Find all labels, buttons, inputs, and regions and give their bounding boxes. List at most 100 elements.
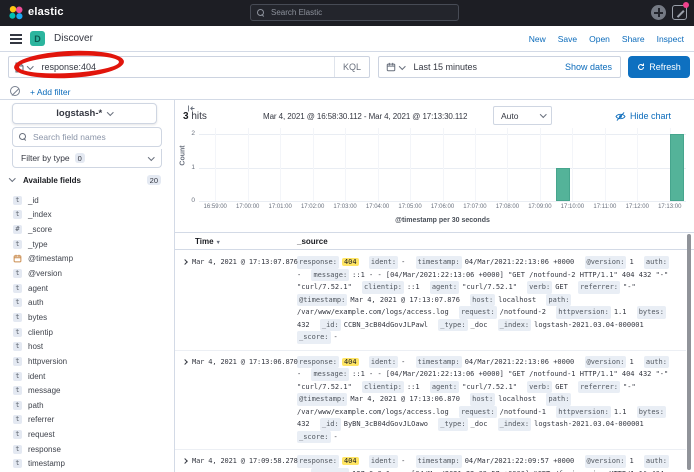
appbar-action-share[interactable]: Share (622, 34, 645, 44)
x-tick-label: 17:09:00 (528, 204, 551, 210)
column-header-source[interactable]: _source (297, 237, 328, 246)
x-tick-label: 17:07:00 (463, 204, 486, 210)
doc-source: response:404 ident:- timestamp:04/Mar/20… (297, 455, 674, 472)
appbar-action-save[interactable]: Save (558, 34, 577, 44)
global-search-placeholder: Search Elastic (271, 8, 322, 17)
chevron-down-icon (148, 154, 154, 160)
field-search-input[interactable]: Search field names (12, 127, 162, 147)
source-field-value: 04/Mar/2021:22:13:06 +0000 (465, 258, 575, 266)
interval-select[interactable]: Auto (493, 106, 552, 125)
query-text: response:404 (42, 62, 97, 72)
field-item-request[interactable]: trequest (0, 427, 175, 442)
show-dates-link[interactable]: Show dates (565, 62, 612, 72)
field-name: message (28, 386, 60, 395)
available-fields-header[interactable]: Available fields 20 (0, 174, 175, 188)
gridline (637, 128, 638, 201)
menu-icon[interactable] (10, 34, 22, 44)
field-item-_id[interactable]: t_id (0, 193, 175, 208)
source-field-name: _score: (297, 431, 331, 444)
field-item-path[interactable]: tpath (0, 398, 175, 413)
histogram-bar[interactable] (556, 168, 570, 202)
elastic-logo-icon[interactable] (8, 5, 24, 21)
filter-history-icon[interactable] (10, 86, 20, 96)
field-item-response[interactable]: tresponse (0, 442, 175, 457)
gridline (199, 201, 686, 202)
global-search-input[interactable]: Search Elastic (250, 4, 459, 21)
date-picker[interactable]: Last 15 minutes Show dates (378, 56, 621, 78)
field-item-timestamp[interactable]: ttimestamp (0, 457, 175, 472)
field-type-string-icon: t (13, 342, 22, 351)
field-name: httpversion (28, 357, 67, 366)
help-icon[interactable] (651, 5, 666, 20)
field-item-agent[interactable]: tagent (0, 281, 175, 296)
query-input[interactable]: response:404 KQL (8, 56, 370, 78)
field-name: clientip (28, 328, 53, 337)
source-field-name: message: (311, 269, 349, 282)
x-tick-label: 17:13:00 (658, 204, 681, 210)
source-field-value: 1 (629, 258, 633, 266)
source-field-name: agent: (430, 381, 459, 394)
field-item-httpversion[interactable]: thttpversion (0, 354, 175, 369)
appbar-action-new[interactable]: New (529, 34, 546, 44)
histogram-bar[interactable] (670, 134, 684, 201)
doc-rows: Mar 4, 2021 @ 17:13:07.876response:404 i… (175, 251, 686, 472)
vertical-scrollbar[interactable] (687, 234, 691, 470)
x-tick-label: 17:08:00 (496, 204, 519, 210)
filter-by-type-select[interactable]: Filter by type 0 (12, 149, 162, 168)
field-type-string-icon: t (13, 386, 22, 395)
field-item-referrer[interactable]: treferrer (0, 413, 175, 428)
refresh-icon (637, 63, 645, 71)
field-item-clientip[interactable]: tclientip (0, 325, 175, 340)
field-item-message[interactable]: t message (0, 383, 175, 398)
field-type-string-icon: t (13, 401, 22, 410)
appbar-action-open[interactable]: Open (589, 34, 610, 44)
field-type-string-icon: t (13, 430, 22, 439)
gridline (605, 128, 606, 201)
field-item-_index[interactable]: t_index (0, 208, 175, 223)
field-item-_score[interactable]: #_score (0, 222, 175, 237)
hide-chart-label: Hide chart (630, 111, 671, 121)
field-item-auth[interactable]: tauth (0, 295, 175, 310)
source-field-value: 1 (629, 457, 633, 465)
field-item-version[interactable]: t@version (0, 266, 175, 281)
saved-query-icon[interactable] (15, 62, 24, 73)
field-search-placeholder: Search field names (33, 132, 106, 142)
field-item-timestamp[interactable]: @timestamp (0, 252, 175, 267)
hide-chart-button[interactable]: Hide chart (615, 111, 671, 121)
source-field-name: bytes: (637, 406, 666, 419)
field-name: @version (28, 269, 62, 278)
source-field-value: 1.1 (614, 408, 627, 416)
field-item-bytes[interactable]: tbytes (0, 310, 175, 325)
field-name: _index (28, 210, 52, 219)
expand-row-icon[interactable] (182, 458, 188, 464)
gridline (540, 128, 541, 201)
field-name: path (28, 401, 44, 410)
field-name: auth (28, 298, 44, 307)
refresh-button[interactable]: Refresh (628, 56, 690, 78)
query-language-button[interactable]: KQL (334, 57, 369, 77)
sort-desc-icon[interactable]: ▼ (216, 240, 221, 246)
source-field-value: 1 (629, 358, 633, 366)
source-field-value: 404 (342, 457, 359, 465)
chevron-down-icon (540, 111, 546, 117)
filter-by-type-label: Filter by type (21, 153, 70, 163)
source-field-name: httpversion: (556, 306, 611, 319)
add-filter-button[interactable]: + Add filter (30, 87, 70, 97)
appbar-action-inspect[interactable]: Inspect (657, 34, 684, 44)
index-pattern-select[interactable]: logstash-* (12, 103, 157, 124)
gridline (572, 128, 573, 201)
field-item-host[interactable]: thost (0, 339, 175, 354)
source-field-name: ident: (369, 356, 398, 369)
column-header-time[interactable]: Time▼ (195, 237, 221, 246)
appbar-actions: New Save Open Share Inspect (529, 26, 684, 52)
field-item-ident[interactable]: tident (0, 369, 175, 384)
expand-row-icon[interactable] (182, 259, 188, 265)
source-field-name: clientip: (362, 381, 404, 394)
expand-row-icon[interactable] (182, 359, 188, 365)
time-range-label[interactable]: Last 15 minutes (414, 62, 478, 72)
source-field-value: GET (555, 383, 568, 391)
field-item-_type[interactable]: t_type (0, 237, 175, 252)
gridline (507, 128, 508, 201)
source-field-value: /notfound-1 (500, 408, 546, 416)
source-field-name: timestamp: (416, 356, 462, 369)
